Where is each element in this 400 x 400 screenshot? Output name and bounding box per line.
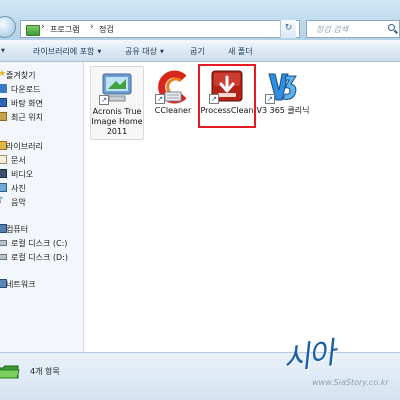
nav-favorites-label: 즐겨찾기 — [6, 71, 36, 80]
file-label: V3 365 클리닉 — [256, 106, 310, 115]
share-with-label: 공유 대상 — [125, 47, 157, 56]
shortcut-arrow-icon: ↗ — [265, 94, 275, 104]
documents-icon — [0, 155, 7, 164]
music-icon: ♪ — [0, 196, 4, 206]
nav-libraries-label: 라이브러리 — [6, 142, 43, 151]
shortcut-arrow-icon: ↗ — [155, 94, 165, 104]
acronis-icon: ↗ — [99, 71, 135, 105]
search-icon[interactable] — [388, 24, 395, 31]
nav-computer-label: 컴퓨터 — [6, 225, 29, 234]
organize-menu[interactable]: 구성▼ — [0, 46, 5, 55]
nav-network-label: 네트워크 — [6, 280, 36, 289]
back-button[interactable] — [0, 16, 16, 38]
refresh-button[interactable]: ↻ — [280, 20, 296, 38]
file-item-acronis[interactable]: ↗ Acronis True Image Home 2011 — [90, 66, 144, 140]
nav-item-label: 사진 — [11, 184, 26, 193]
nav-item-label: 다운로드 — [11, 85, 41, 94]
file-label: Acronis True Image Home 2011 — [91, 107, 143, 136]
pictures-icon — [0, 183, 7, 192]
item-count: 4개 항목 — [30, 367, 60, 376]
nav-item-label: 문서 — [11, 156, 26, 165]
ccleaner-icon: ↗ — [155, 70, 191, 104]
folder-icon — [26, 25, 40, 36]
desktop-icon — [0, 98, 7, 107]
processclean-icon: ↗ — [209, 70, 245, 104]
explorer-window: › 프로그램 › 정검 ↻ 정검 검색 구성▼ 라이브러리에 포함▼ 공유 대상… — [0, 0, 400, 400]
breadcrumb-current[interactable]: 정검 — [99, 24, 114, 35]
nav-item-label: 비디오 — [11, 170, 34, 179]
downloads-icon — [0, 84, 7, 93]
file-label: CCleaner — [154, 106, 192, 115]
address-bar: › 프로그램 › 정검 ↻ 정검 검색 — [0, 0, 400, 40]
shortcut-arrow-icon: ↗ — [209, 94, 219, 104]
file-item-ccleaner[interactable]: ↗ CCleaner — [146, 66, 200, 126]
nav-item-label: 음악 — [11, 198, 26, 207]
file-item-v3[interactable]: ↗ V3 365 클리닉 — [256, 66, 310, 126]
recent-places-icon — [0, 112, 7, 121]
folder-icon — [0, 364, 20, 380]
include-in-library-label: 라이브러리에 포함 — [33, 47, 95, 56]
file-list: ↗ Acronis True Image Home 2011 ↗ CCleane… — [84, 62, 400, 352]
videos-icon — [0, 169, 7, 178]
chevron-right-icon[interactable]: › — [41, 22, 45, 32]
burn-button[interactable]: 굽기 — [190, 46, 205, 57]
share-with-menu[interactable]: 공유 대상 ▼ — [125, 46, 164, 57]
dropdown-arrow-icon: ▼ — [159, 49, 164, 55]
v3-icon: ↗ — [265, 70, 301, 104]
nav-item-label: 로컬 디스크 (C:) — [11, 239, 68, 248]
search-input[interactable]: 정검 검색 — [306, 20, 400, 38]
breadcrumb-programs[interactable]: 프로그램 — [50, 24, 79, 35]
shortcut-arrow-icon: ↗ — [99, 95, 109, 105]
hard-drive-icon — [0, 240, 7, 246]
file-label: ProcessClean — [200, 106, 254, 115]
hard-drive-icon — [0, 254, 7, 260]
chevron-right-icon[interactable]: › — [90, 22, 94, 32]
command-bar: 구성▼ 라이브러리에 포함▼ 공유 대상▼ 굽기 새 폴더 — [0, 40, 400, 62]
dropdown-arrow-icon: ▼ — [97, 49, 102, 55]
nav-item-label: 최근 위치 — [11, 113, 43, 122]
search-placeholder: 정검 검색 — [316, 25, 348, 34]
file-item-processclean[interactable]: ↗ ProcessClean — [198, 64, 256, 128]
watermark-url: www.SiaStory.co.kr — [312, 378, 389, 387]
new-folder-button[interactable]: 새 폴더 — [228, 46, 253, 57]
include-in-library-menu[interactable]: 라이브러리에 포함 ▼ — [33, 46, 101, 57]
address-field[interactable]: › 프로그램 › 정검 — [20, 20, 300, 38]
navigation-pane: ★ 즐겨찾기 다운로드 바탕 화면 최근 위치 라이브러리 문서 비디오 사진 … — [0, 62, 84, 352]
nav-item-label: 로컬 디스크 (D:) — [11, 253, 68, 262]
nav-item-label: 바탕 화면 — [11, 99, 43, 108]
